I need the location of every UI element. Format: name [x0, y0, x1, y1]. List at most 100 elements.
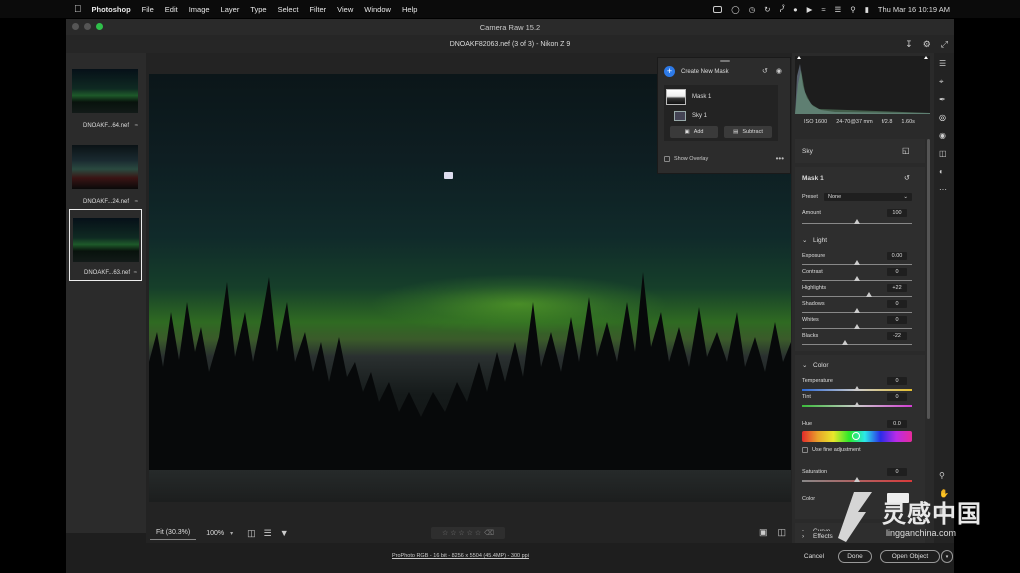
subtract-button[interactable]: ▤ Subtract: [724, 126, 772, 138]
menu-select[interactable]: Select: [278, 5, 299, 14]
battery-icon[interactable]: ▮: [865, 5, 869, 14]
menu-window[interactable]: Window: [364, 5, 391, 14]
menu-edit[interactable]: Edit: [165, 5, 178, 14]
zoom-dropdown[interactable]: 100% ▾: [206, 530, 233, 537]
before-after-icon[interactable]: ◫: [777, 527, 786, 538]
open-object-button[interactable]: Open Object: [880, 550, 940, 563]
light-shadows-value[interactable]: 0: [887, 300, 907, 308]
screen-record-icon[interactable]: [713, 5, 723, 13]
save-image-icon[interactable]: ↧: [905, 39, 913, 50]
control-center-icon[interactable]: ☰: [835, 5, 842, 14]
reset-icon[interactable]: ↺: [904, 174, 910, 182]
saturation-thumb[interactable]: [854, 477, 860, 482]
play-icon[interactable]: ▶: [807, 5, 813, 14]
drag-handle[interactable]: [720, 60, 730, 62]
highlight-clip-icon[interactable]: [924, 56, 928, 59]
star-rating[interactable]: ☆ ☆ ☆ ☆ ☆ ⌫: [431, 527, 505, 539]
cancel-button[interactable]: Cancel: [798, 550, 830, 563]
filmstrip-thumb-3[interactable]: DNOAKF...63.nef ≈: [69, 209, 142, 281]
time-machine-icon[interactable]: ◷: [749, 5, 756, 14]
red-eye-icon[interactable]: ◉: [939, 131, 946, 140]
filter-icon[interactable]: ▼: [280, 528, 289, 539]
light-shadows-thumb[interactable]: [854, 308, 860, 313]
sort-icon[interactable]: ☰: [264, 528, 272, 539]
fine-adjust-checkbox[interactable]: [802, 447, 808, 453]
more-options-icon[interactable]: •••: [776, 154, 784, 163]
light-blacks-thumb[interactable]: [841, 340, 848, 345]
menu-view[interactable]: View: [337, 5, 353, 14]
crop-icon[interactable]: ⌖: [939, 77, 944, 87]
healing-icon[interactable]: ✒: [939, 95, 946, 104]
mask-pin-icon[interactable]: [444, 172, 453, 179]
presets-icon[interactable]: ◐: [939, 167, 944, 176]
trash-icon[interactable]: ⌫: [484, 529, 494, 537]
more-icon[interactable]: ⋯: [939, 185, 947, 194]
create-mask-button[interactable]: +: [664, 66, 675, 77]
invert-icon[interactable]: ◱: [902, 146, 910, 155]
search-icon[interactable]: ⚲: [850, 5, 856, 14]
filmstrip-thumb-1[interactable]: DNOAKF...64.nef ≈: [69, 61, 142, 133]
light-whites-thumb[interactable]: [854, 324, 860, 329]
sky-section[interactable]: Sky ◱: [795, 139, 925, 163]
mask-component[interactable]: Sky 1: [674, 111, 707, 121]
menu-help[interactable]: Help: [402, 5, 417, 14]
done-button[interactable]: Done: [838, 550, 872, 563]
menu-file[interactable]: File: [142, 5, 154, 14]
light-blacks-value[interactable]: -22: [887, 332, 907, 340]
single-view-icon[interactable]: ▣: [759, 527, 768, 538]
amount-value[interactable]: 100: [887, 209, 907, 217]
snapshots-icon[interactable]: ◫: [939, 149, 947, 158]
light-highlights-thumb[interactable]: [866, 292, 873, 297]
rating-stars[interactable]: ☆ ☆ ☆ ☆ ☆: [442, 529, 481, 537]
workflow-options-link[interactable]: ProPhoto RGB - 16 bit - 8256 x 5504 (45.…: [392, 553, 529, 559]
light-blacks-slider[interactable]: [802, 344, 912, 345]
wifi-icon[interactable]: ≈: [821, 5, 825, 14]
light-contrast-thumb[interactable]: [854, 276, 860, 281]
saturation-value[interactable]: 0: [887, 468, 907, 476]
zoom-window-button[interactable]: [96, 23, 103, 30]
color-title[interactable]: Color: [813, 362, 829, 369]
hue-knob[interactable]: [852, 432, 860, 440]
close-window-button[interactable]: [72, 23, 79, 30]
light-contrast-value[interactable]: 0: [887, 268, 907, 276]
hue-value[interactable]: 0.0: [887, 420, 907, 428]
gear-icon[interactable]: ⚙: [923, 39, 931, 50]
user-icon[interactable]: ●: [793, 5, 798, 14]
edit-sliders-icon[interactable]: ☰: [939, 59, 946, 68]
minimize-window-button[interactable]: [84, 23, 91, 30]
temperature-value[interactable]: 0: [887, 377, 907, 385]
mask-item[interactable]: Mask 1: [666, 89, 711, 105]
overlay-checkbox[interactable]: [664, 156, 670, 162]
light-chevron-icon[interactable]: ⌄: [802, 236, 807, 244]
fullscreen-icon[interactable]: ⤢: [941, 39, 948, 50]
clock-text[interactable]: Thu Mar 16 10:19 AM: [878, 5, 950, 14]
light-title[interactable]: Light: [813, 237, 827, 244]
shadow-clip-icon[interactable]: [797, 56, 801, 59]
compare-icon[interactable]: ◫: [247, 528, 256, 539]
add-button[interactable]: ▣ Add: [670, 126, 718, 138]
zoom-tool-icon[interactable]: ⚲: [939, 471, 945, 480]
bluetooth-icon[interactable]: ᓮ: [780, 5, 785, 14]
light-exposure-thumb[interactable]: [854, 260, 860, 265]
fit-zoom-button[interactable]: Fit (30.3%): [150, 526, 197, 540]
temperature-thumb[interactable]: [854, 386, 860, 391]
menu-layer[interactable]: Layer: [221, 5, 240, 14]
apple-icon[interactable]: : [74, 4, 82, 15]
light-highlights-slider[interactable]: [802, 296, 912, 297]
reset-mask-icon[interactable]: ↺: [762, 67, 768, 75]
open-options-chevron-icon[interactable]: ▾: [941, 550, 953, 563]
menu-filter[interactable]: Filter: [309, 5, 326, 14]
preset-dropdown[interactable]: None ⌄: [824, 193, 912, 201]
color-chevron-icon[interactable]: ⌄: [802, 361, 807, 369]
light-whites-value[interactable]: 0: [887, 316, 907, 324]
create-mask-label[interactable]: Create New Mask: [681, 69, 729, 75]
menu-image[interactable]: Image: [189, 5, 210, 14]
amount-slider-thumb[interactable]: [854, 219, 860, 224]
creative-cloud-icon[interactable]: ◯: [731, 5, 739, 14]
panel-scrollbar[interactable]: [927, 139, 930, 419]
menu-type[interactable]: Type: [250, 5, 266, 14]
filmstrip-thumb-2[interactable]: DNOAKF...24.nef ≈: [69, 137, 142, 209]
menu-app[interactable]: Photoshop: [92, 5, 131, 14]
sync-icon[interactable]: ↻: [764, 5, 770, 14]
masking-icon[interactable]: ◎: [939, 113, 946, 122]
